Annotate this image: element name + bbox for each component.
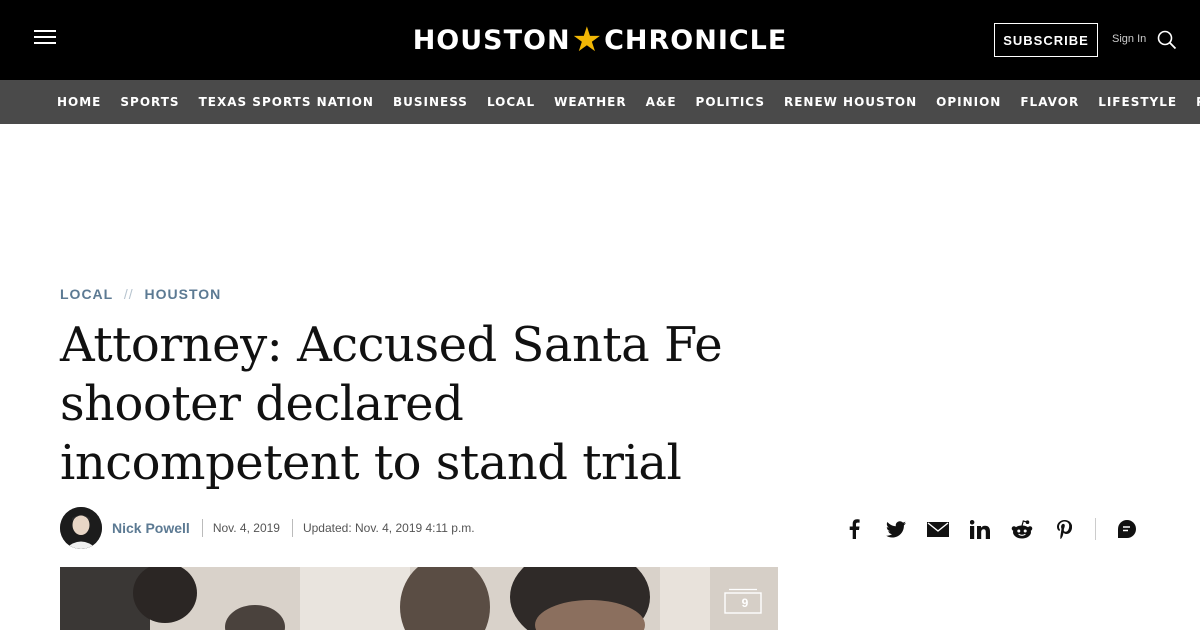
nav-item-renew-houston[interactable]: RENEW HOUSTON <box>784 95 917 109</box>
nav-item-local[interactable]: LOCAL <box>487 95 535 109</box>
nav-item-politics[interactable]: POLITICS <box>696 95 765 109</box>
breadcrumb-section-link[interactable]: LOCAL <box>60 286 113 302</box>
pinterest-icon[interactable] <box>1053 518 1075 540</box>
article-headline: Attorney: Accused Santa Fe shooter decla… <box>60 317 723 491</box>
main-nav: HOME SPORTS TEXAS SPORTS NATION BUSINESS LOC… <box>0 80 1200 124</box>
author-name-link[interactable]: Nick Powell <box>112 520 190 536</box>
updated-date: Updated: Nov. 4, 2019 4:11 p.m. <box>302 521 475 535</box>
site-logo[interactable]: HOUSTON ★ CHRONICLE <box>413 18 787 62</box>
hero-image[interactable] <box>60 567 778 630</box>
nav-items: HOME SPORTS TEXAS SPORTS NATION BUSINESS LOC… <box>57 80 1200 124</box>
search-icon[interactable] <box>1157 30 1177 50</box>
published-date: Nov. 4, 2019 <box>212 521 280 535</box>
byline-divider <box>291 519 293 537</box>
byline: Nick Powell Nov. 4, 2019 Updated: Nov. 4… <box>60 507 475 549</box>
nav-item-lifestyle[interactable]: LIFESTYLE <box>1098 95 1177 109</box>
top-bar: HOUSTON ★ CHRONICLE SUBSCRIBE Sign In <box>0 0 1200 80</box>
nav-item-business[interactable]: BUSINESS <box>393 95 468 109</box>
nav-item-flavor[interactable]: FLAVOR <box>1020 95 1079 109</box>
author-avatar[interactable] <box>60 507 102 549</box>
breadcrumb: LOCAL // HOUSTON <box>60 286 221 302</box>
byline-divider <box>201 519 203 537</box>
nav-item-opinion[interactable]: OPINION <box>936 95 1001 109</box>
logo-star-icon: ★ <box>571 20 604 60</box>
share-divider <box>1095 518 1096 540</box>
subscribe-button[interactable]: SUBSCRIBE <box>994 23 1098 57</box>
hamburger-menu-icon[interactable] <box>34 30 58 50</box>
nav-item-a-e[interactable]: A&E <box>646 95 677 109</box>
nav-item-podcasts[interactable]: PODCASTS <box>1196 95 1200 109</box>
email-icon[interactable] <box>927 518 949 540</box>
twitter-icon[interactable] <box>885 518 907 540</box>
logo-text-chronicle: CHRONICLE <box>604 24 788 56</box>
breadcrumb-subsection-link[interactable]: HOUSTON <box>145 286 222 302</box>
nav-item-weather[interactable]: WEATHER <box>554 95 626 109</box>
comment-icon[interactable] <box>1116 518 1138 540</box>
reddit-icon[interactable] <box>1011 518 1033 540</box>
nav-item-sports[interactable]: SPORTS <box>120 95 179 109</box>
sign-in-link[interactable]: Sign In <box>1112 33 1146 45</box>
share-bar <box>843 516 1158 542</box>
linkedin-icon[interactable] <box>969 518 991 540</box>
nav-item-texas-sports-nation[interactable]: TEXAS SPORTS NATION <box>199 95 374 109</box>
nav-item-home[interactable]: HOME <box>57 95 101 109</box>
facebook-icon[interactable] <box>843 518 865 540</box>
logo-text-houston: HOUSTON <box>412 24 571 56</box>
breadcrumb-separator: // <box>123 286 134 302</box>
gallery-count: 9 <box>741 596 749 610</box>
